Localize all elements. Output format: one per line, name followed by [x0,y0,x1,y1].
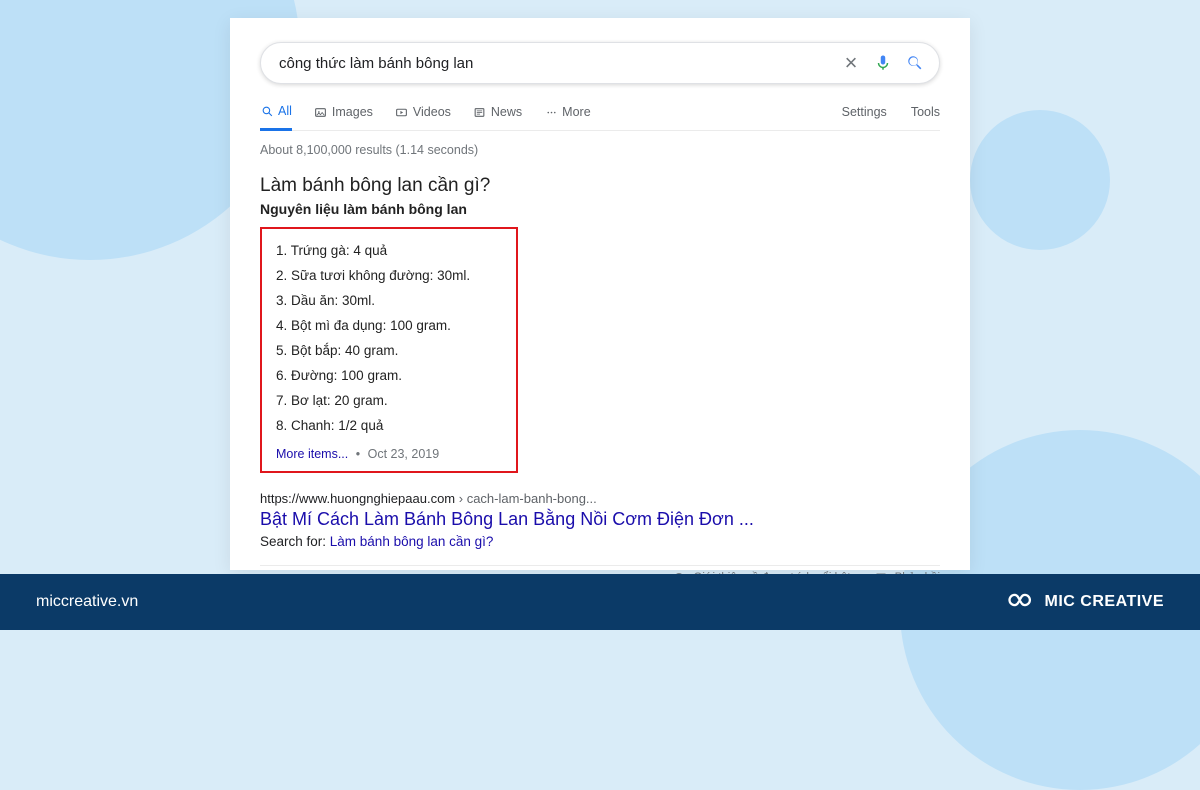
footer-brand-text: MIC CREATIVE [1045,593,1164,611]
snippet-date: Oct 23, 2019 [368,447,440,461]
news-icon [473,105,487,119]
search-icon[interactable] [905,53,925,73]
page-footer: miccreative.vn MIC CREATIVE [0,574,1200,630]
search-for-link[interactable]: Làm bánh bông lan cần gì? [330,534,494,549]
featured-snippet-title: Làm bánh bông lan cần gì? [260,175,940,197]
more-items-link[interactable]: More items... [276,447,348,461]
tools-link[interactable]: Tools [911,105,940,129]
list-item: 6. Đường: 100 gram. [276,364,502,389]
organic-result: https://www.huongnghiepaau.com › cach-la… [260,491,940,549]
result-url[interactable]: https://www.huongnghiepaau.com › cach-la… [260,491,940,506]
settings-link[interactable]: Settings [842,105,887,129]
tab-news[interactable]: News [473,104,522,130]
footer-domain: miccreative.vn [36,593,138,611]
list-item: 3. Dầu ăn: 30ml. [276,289,502,314]
featured-snippet-box: 1. Trứng gà: 4 quả2. Sữa tươi không đườn… [260,227,518,473]
list-item: 5. Bột bắp: 40 gram. [276,339,502,364]
search-for-prefix: Search for: [260,534,330,549]
infinity-logo-icon [1001,589,1035,616]
tab-videos[interactable]: Videos [395,104,451,130]
tab-more-label: More [562,105,590,119]
list-item: 7. Bơ lạt: 20 gram. [276,389,502,414]
videos-icon [395,105,409,119]
search-results-card: × All Images Videos News [230,18,970,570]
tab-images-label: Images [332,105,373,119]
ingredient-list: 1. Trứng gà: 4 quả2. Sữa tươi không đườn… [276,239,502,439]
footer-brand: MIC CREATIVE [1001,589,1164,616]
result-url-path: › cach-lam-banh-bong... [455,491,597,506]
list-item: 4. Bột mì đa dụng: 100 gram. [276,314,502,339]
list-item: 8. Chanh: 1/2 quả [276,414,502,439]
result-stats: About 8,100,000 results (1.14 seconds) [260,143,940,157]
mic-icon[interactable] [873,53,893,73]
tab-news-label: News [491,105,522,119]
list-item: 1. Trứng gà: 4 quả [276,239,502,264]
tabs-row: All Images Videos News More Settings Too… [260,104,940,131]
result-title-link[interactable]: Bật Mí Cách Làm Bánh Bông Lan Bằng Nồi C… [260,509,940,530]
images-icon [314,105,328,119]
list-item: 2. Sữa tươi không đường: 30ml. [276,264,502,289]
all-icon [260,104,274,118]
clear-icon[interactable]: × [841,53,861,73]
search-input[interactable] [279,55,829,72]
featured-snippet-subtitle: Nguyên liệu làm bánh bông lan [260,201,940,217]
result-url-host: https://www.huongnghiepaau.com [260,491,455,506]
tab-all-label: All [278,104,292,118]
search-bar[interactable]: × [260,42,940,84]
more-icon [544,105,558,119]
tab-videos-label: Videos [413,105,451,119]
tab-images[interactable]: Images [314,104,373,130]
tab-all[interactable]: All [260,104,292,131]
tab-more[interactable]: More [544,104,590,130]
